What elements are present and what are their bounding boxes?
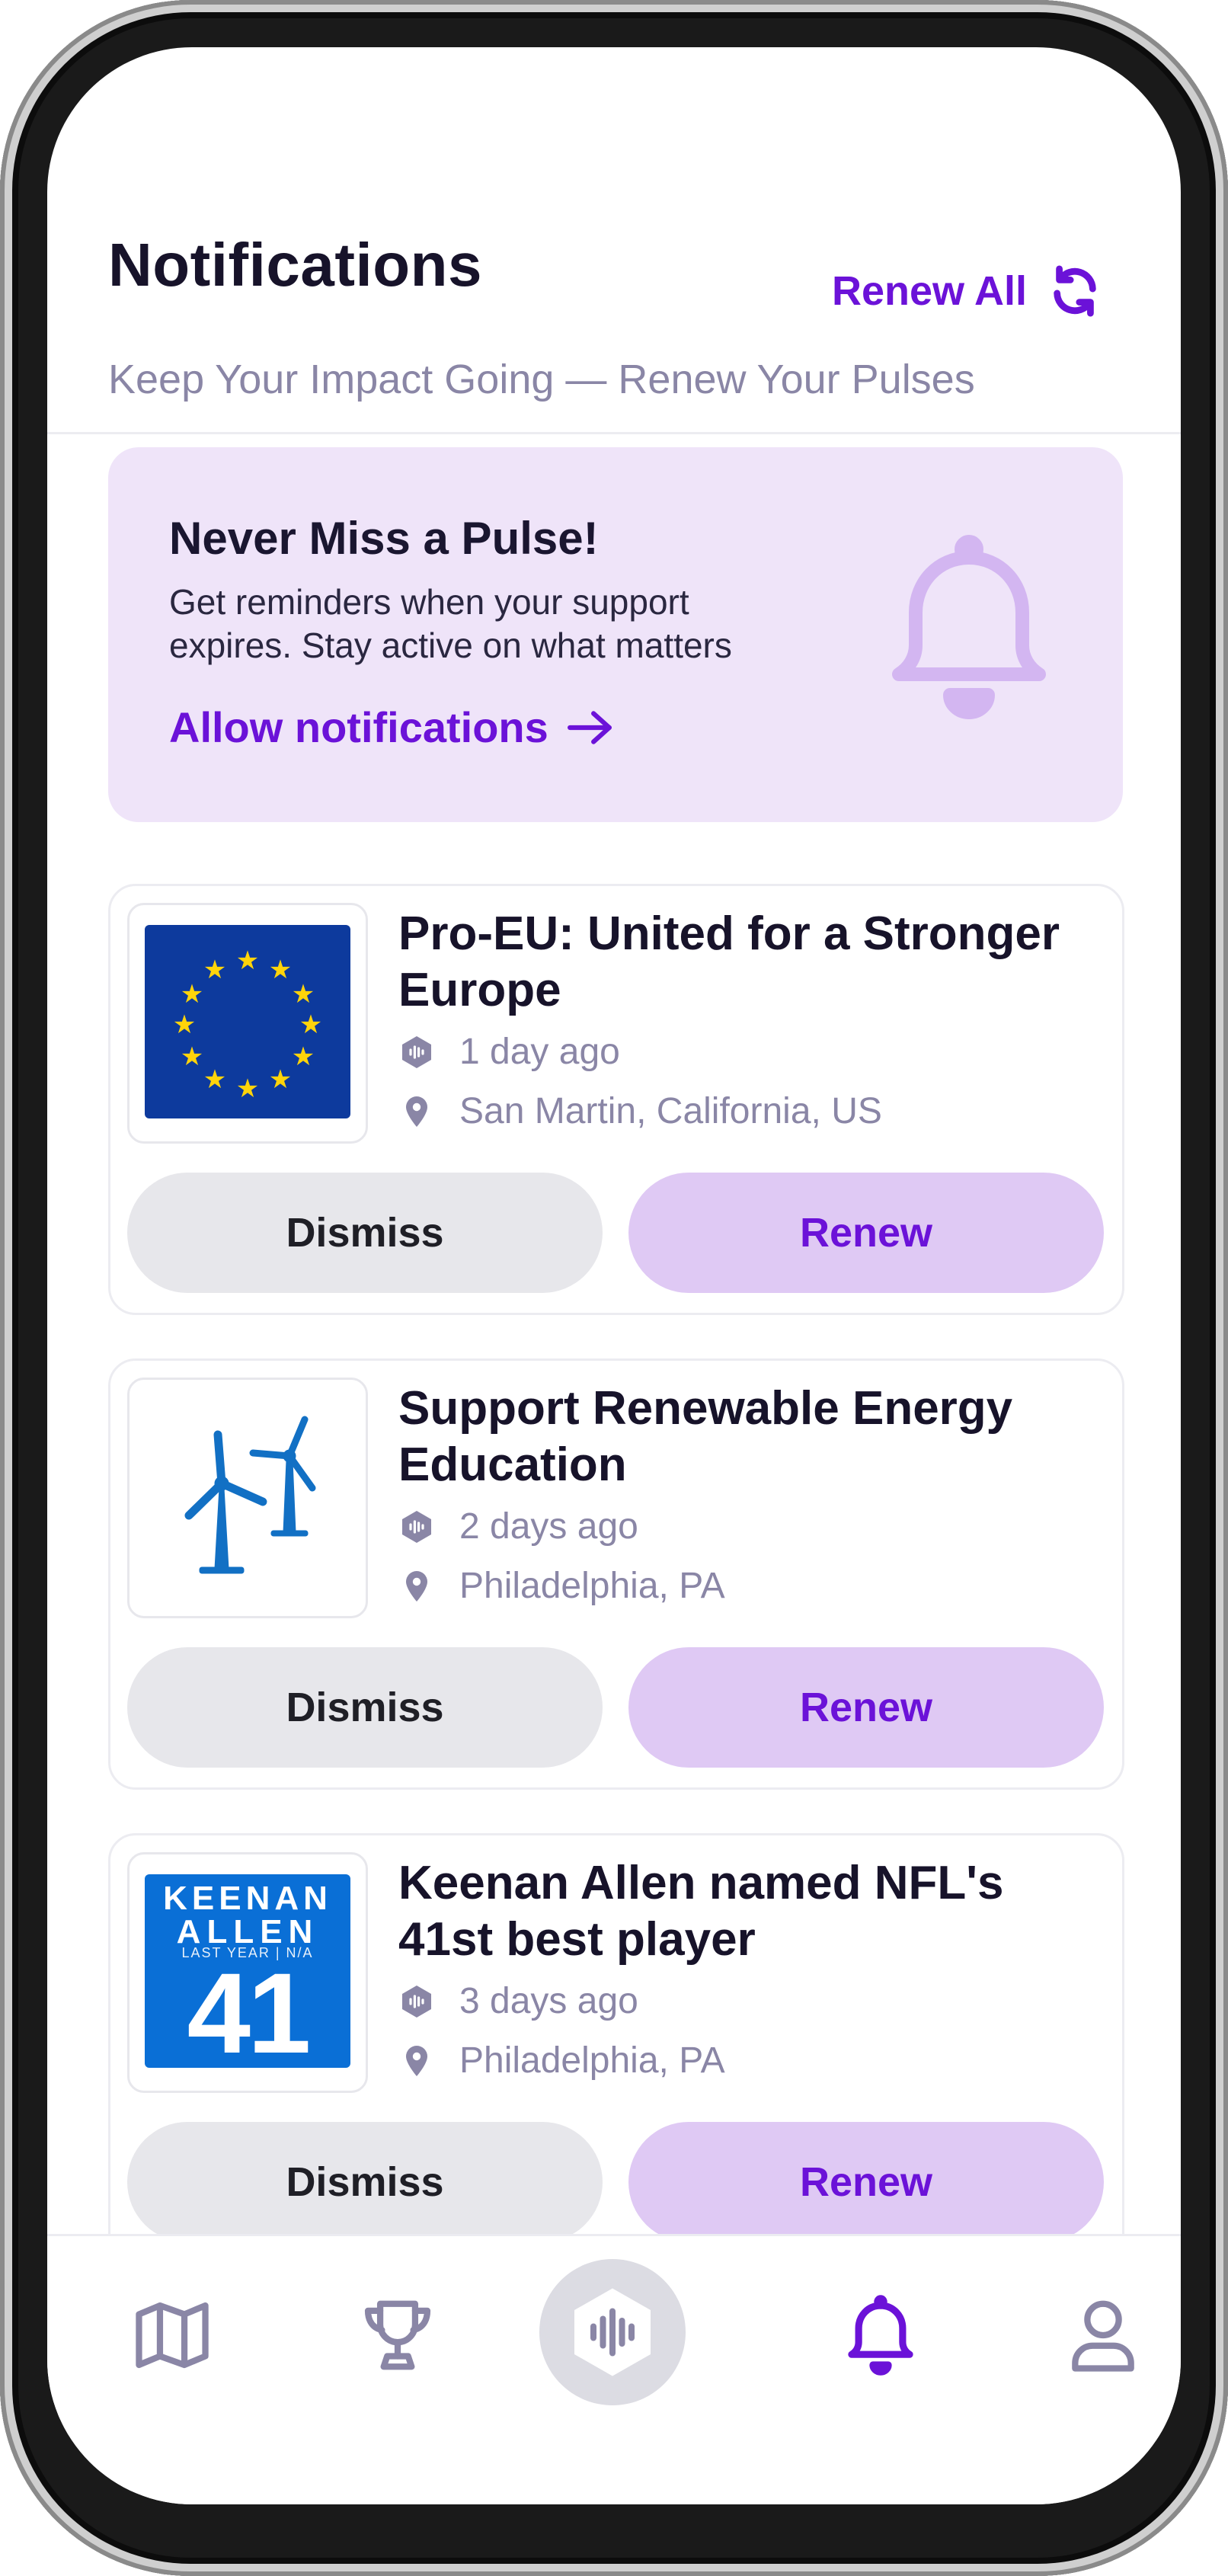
card-location: Philadelphia, PA [459, 1566, 725, 1606]
notification-card: Support Renewable Energy Education 2 day… [108, 1358, 1124, 1790]
card-location-row: Philadelphia, PA [398, 2040, 725, 2082]
card-time: 3 days ago [459, 1981, 638, 2021]
pulse-hex-icon [402, 1510, 431, 1543]
arrow-right-icon [567, 710, 612, 744]
svg-text:★: ★ [181, 1042, 203, 1072]
card-title-line: Pro-EU: United for a Stronger [398, 907, 1060, 960]
pulse-tab-button[interactable] [539, 2259, 686, 2405]
eu-flag-image: ★ ★ ★ ★ ★ ★ ★ ★ ★ ★ ★ ★ [145, 925, 350, 1118]
promo-text: Get reminders when your support expires.… [169, 581, 855, 667]
player-card-thumbnail: KEENAN ALLEN LAST YEAR | N/A 41 [127, 1852, 368, 2093]
svg-text:★: ★ [173, 1010, 196, 1040]
card-title-line: Keenan Allen named NFL's [398, 1857, 1004, 1909]
phone-screen: Notifications Renew All Keep Your Impact… [47, 47, 1181, 2504]
card-title: Keenan Allen named NFL's 41st best playe… [398, 1855, 1099, 1968]
renew-all-label: Renew All [832, 268, 1028, 314]
card-location-row: San Martin, California, US [398, 1090, 882, 1132]
card-location-row: Philadelphia, PA [398, 1565, 725, 1607]
notification-promo-banner: Never Miss a Pulse! Get reminders when y… [108, 447, 1123, 822]
dismiss-button[interactable]: Dismiss [127, 1173, 603, 1293]
promo-text-line: Get reminders when your support [169, 582, 689, 622]
location-pin-icon [406, 1570, 427, 1602]
card-time-row: 3 days ago [398, 1980, 638, 2022]
card-title-line: Europe [398, 964, 561, 1016]
card-time-row: 2 days ago [398, 1506, 638, 1547]
card-title: Support Renewable Energy Education [398, 1381, 1099, 1493]
card-time: 1 day ago [459, 1032, 620, 1072]
trophy-icon [364, 2300, 431, 2370]
notification-card: ★ ★ ★ ★ ★ ★ ★ ★ ★ ★ ★ ★ Pro-EU: United f… [108, 884, 1124, 1315]
map-icon [136, 2302, 209, 2369]
tab-map[interactable] [126, 2290, 218, 2381]
wind-turbines-thumbnail [127, 1378, 368, 1618]
card-title: Pro-EU: United for a Stronger Europe [398, 906, 1099, 1019]
pulse-hex-icon [402, 1985, 431, 2018]
player-first-name: KEENAN [163, 1880, 332, 1917]
card-title-line: Education [398, 1438, 627, 1491]
location-pin-icon [406, 2045, 427, 2076]
card-title-line: 41st best player [398, 1913, 756, 1966]
svg-text:★: ★ [236, 1074, 259, 1104]
pulse-hex-icon [574, 2288, 651, 2376]
renew-button[interactable]: Renew [628, 1173, 1104, 1293]
card-location: San Martin, California, US [459, 1091, 882, 1131]
eu-flag-thumbnail: ★ ★ ★ ★ ★ ★ ★ ★ ★ ★ ★ ★ [127, 903, 368, 1144]
card-location: Philadelphia, PA [459, 2040, 725, 2081]
svg-text:★: ★ [269, 1064, 292, 1095]
card-title-line: Support Renewable Energy [398, 1382, 1013, 1435]
player-card-image: KEENAN ALLEN LAST YEAR | N/A 41 [145, 1874, 350, 2077]
location-pin-icon [406, 1096, 427, 1127]
svg-text:★: ★ [203, 1064, 226, 1095]
promo-text-line: expires. Stay active on what matters [169, 626, 732, 665]
dismiss-button[interactable]: Dismiss [127, 1647, 603, 1768]
player-rank: 41 [187, 1949, 312, 2077]
user-icon [1072, 2300, 1134, 2372]
bell-icon [892, 535, 1046, 719]
wind-turbines-icon [184, 1416, 316, 1574]
tab-leaderboard[interactable] [352, 2290, 443, 2381]
renew-button[interactable]: Renew [628, 2122, 1104, 2242]
tab-profile[interactable] [1057, 2290, 1149, 2381]
svg-text:★: ★ [299, 1010, 322, 1040]
tab-notifications[interactable] [835, 2290, 926, 2381]
allow-notifications-label: Allow notifications [169, 703, 548, 751]
bottom-tab-bar [47, 2234, 1181, 2504]
svg-text:★: ★ [292, 1042, 315, 1072]
bell-icon [848, 2295, 913, 2376]
renew-all-button[interactable]: Renew All [832, 257, 1102, 325]
card-time: 2 days ago [459, 1506, 638, 1547]
refresh-icon [1054, 265, 1096, 317]
renew-button[interactable]: Renew [628, 1647, 1104, 1768]
svg-text:★: ★ [236, 946, 259, 976]
promo-title: Never Miss a Pulse! [169, 513, 599, 564]
page-subtitle: Keep Your Impact Going — Renew Your Puls… [108, 357, 975, 402]
player-last-name: ALLEN [176, 1913, 319, 1950]
page-title: Notifications [108, 231, 482, 299]
svg-text:★: ★ [292, 979, 315, 1010]
svg-text:★: ★ [181, 979, 203, 1010]
player-subtitle: LAST YEAR | N/A [181, 1945, 314, 1960]
dismiss-button[interactable]: Dismiss [127, 2122, 603, 2242]
notification-card: KEENAN ALLEN LAST YEAR | N/A 41 Keenan A… [108, 1833, 1124, 2264]
pulse-hex-icon [402, 1035, 431, 1068]
allow-notifications-link[interactable]: Allow notifications [169, 702, 614, 752]
svg-text:★: ★ [203, 955, 226, 985]
svg-text:★: ★ [269, 955, 292, 985]
header-divider [47, 432, 1181, 434]
card-time-row: 1 day ago [398, 1031, 620, 1073]
